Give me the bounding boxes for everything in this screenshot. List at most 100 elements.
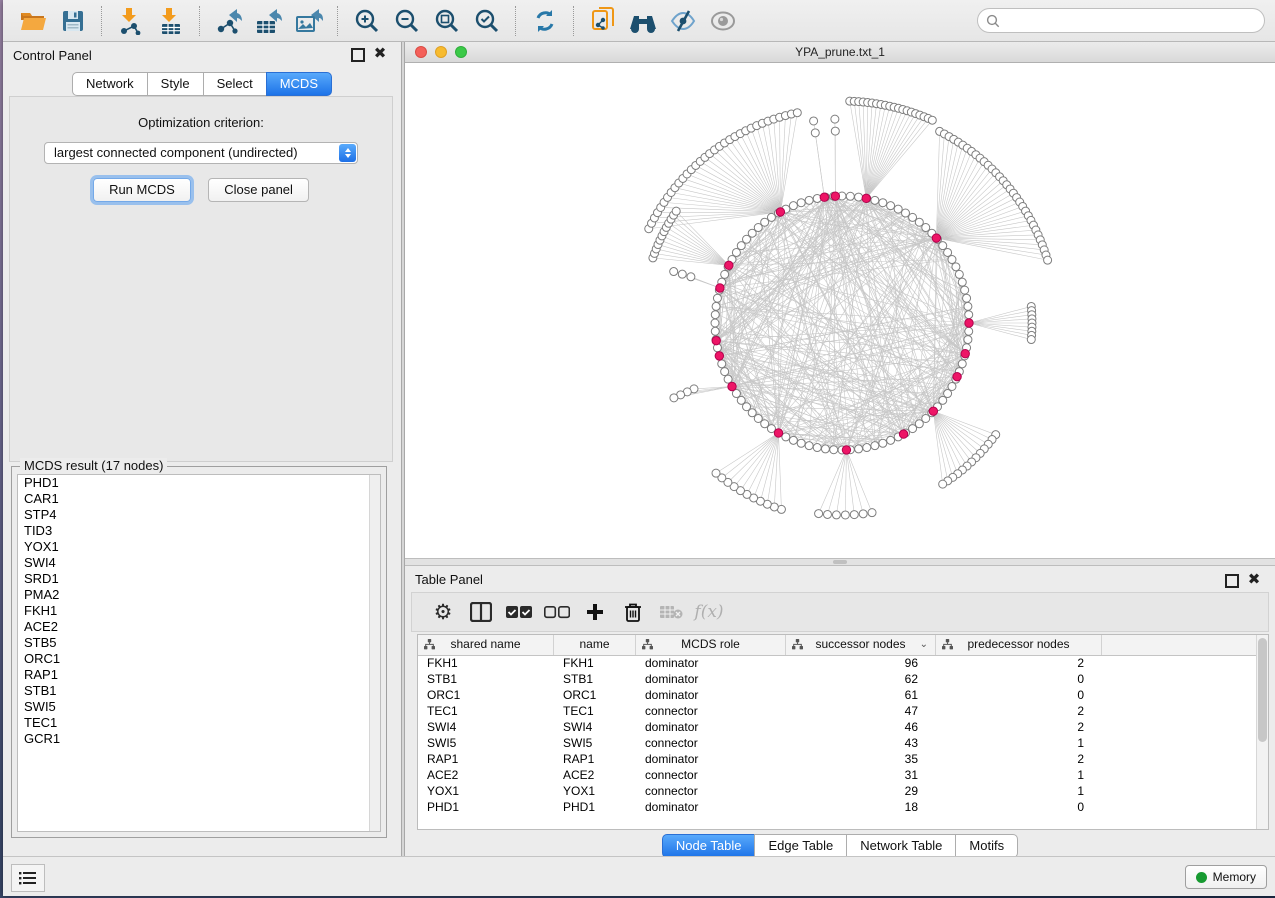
tab-network-table[interactable]: Network Table: [846, 834, 956, 858]
table-scrollbar-thumb[interactable]: [1258, 638, 1267, 742]
export-network-button[interactable]: [212, 5, 246, 37]
sort-indicator-icon[interactable]: ⌄: [920, 635, 928, 654]
float-panel-button[interactable]: [351, 48, 365, 62]
result-list-scrollbar[interactable]: [369, 475, 380, 831]
show-hidden-button[interactable]: [706, 5, 740, 37]
table-cell: 0: [936, 800, 1102, 816]
result-list-item[interactable]: GCR1: [18, 731, 380, 747]
criterion-select[interactable]: largest connected component (undirected): [44, 142, 358, 164]
column-header[interactable]: shared name: [418, 635, 554, 655]
tab-network[interactable]: Network: [72, 72, 148, 96]
zoom-fit-button[interactable]: [430, 5, 464, 37]
table-row[interactable]: PHD1PHD1dominator180: [418, 800, 1268, 816]
result-list-item[interactable]: SRD1: [18, 571, 380, 587]
close-panel-button-mcds[interactable]: Close panel: [208, 178, 309, 202]
refresh-button[interactable]: [528, 5, 562, 37]
tab-edge-table[interactable]: Edge Table: [754, 834, 847, 858]
export-image-icon: [295, 7, 323, 35]
run-mcds-button[interactable]: Run MCDS: [93, 178, 191, 202]
tab-motifs[interactable]: Motifs: [955, 834, 1018, 858]
zoom-in-button[interactable]: [350, 5, 384, 37]
result-list-item[interactable]: STB5: [18, 635, 380, 651]
result-list-item[interactable]: PMA2: [18, 587, 380, 603]
delete-table-button[interactable]: [654, 597, 688, 627]
result-list-item[interactable]: STB1: [18, 683, 380, 699]
table-cell: SWI5: [554, 736, 636, 752]
open-file-button[interactable]: [16, 5, 50, 37]
result-list-item[interactable]: STP4: [18, 507, 380, 523]
table-row[interactable]: ORC1ORC1dominator610: [418, 688, 1268, 704]
result-list-item[interactable]: CAR1: [18, 491, 380, 507]
column-header[interactable]: name: [554, 635, 636, 655]
add-column-button[interactable]: [578, 597, 612, 627]
result-list-item[interactable]: RAP1: [18, 667, 380, 683]
result-list-item[interactable]: ORC1: [18, 651, 380, 667]
result-list-item[interactable]: TEC1: [18, 715, 380, 731]
mcds-result-list[interactable]: PHD1CAR1STP4TID3YOX1SWI4SRD1PMA2FKH1ACE2…: [17, 474, 381, 832]
export-table-button[interactable]: [252, 5, 286, 37]
table-row[interactable]: STB1STB1dominator620: [418, 672, 1268, 688]
table-row[interactable]: ACE2ACE2connector311: [418, 768, 1268, 784]
float-table-panel-button[interactable]: [1225, 574, 1239, 588]
mcds-buttons-row: Run MCDS Close panel: [10, 178, 392, 202]
memory-status-icon: [1196, 872, 1207, 883]
network-from-selection-button[interactable]: [586, 5, 620, 37]
table-row[interactable]: TEC1TEC1connector472: [418, 704, 1268, 720]
tab-style[interactable]: Style: [147, 72, 204, 96]
delete-column-button[interactable]: [616, 597, 650, 627]
table-cell: 43: [786, 736, 936, 752]
tab-select[interactable]: Select: [203, 72, 267, 96]
import-table-button[interactable]: [154, 5, 188, 37]
table-row[interactable]: SWI4SWI4dominator462: [418, 720, 1268, 736]
table-cell: 35: [786, 752, 936, 768]
table-settings-button[interactable]: ⚙: [426, 597, 460, 627]
task-history-button[interactable]: [11, 864, 45, 892]
deselect-all-columns-button[interactable]: [540, 597, 574, 627]
function-builder-button[interactable]: f(x): [692, 597, 726, 627]
node-table[interactable]: shared namenameMCDS rolesuccessor nodes⌄…: [417, 634, 1269, 830]
result-list-item[interactable]: YOX1: [18, 539, 380, 555]
tab-mcds[interactable]: MCDS: [266, 72, 332, 96]
result-list-item[interactable]: SWI5: [18, 699, 380, 715]
close-panel-button[interactable]: ✖: [373, 48, 387, 62]
search-network-button[interactable]: [626, 5, 660, 37]
column-header[interactable]: successor nodes⌄: [786, 635, 936, 655]
window-close-icon[interactable]: [415, 46, 427, 58]
export-image-button[interactable]: [292, 5, 326, 37]
result-list-item[interactable]: ACE2: [18, 619, 380, 635]
table-toolbar: ⚙ f(x): [411, 592, 1269, 632]
table-cell: 29: [786, 784, 936, 800]
column-header[interactable]: predecessor nodes: [936, 635, 1102, 655]
result-list-item[interactable]: FKH1: [18, 603, 380, 619]
result-list-item[interactable]: SWI4: [18, 555, 380, 571]
column-header[interactable]: MCDS role: [636, 635, 786, 655]
result-list-item[interactable]: TID3: [18, 523, 380, 539]
save-session-button[interactable]: [56, 5, 90, 37]
zoom-selected-button[interactable]: [470, 5, 504, 37]
close-table-panel-button[interactable]: ✖: [1247, 574, 1261, 588]
memory-button[interactable]: Memory: [1185, 865, 1267, 889]
table-row[interactable]: YOX1YOX1connector291: [418, 784, 1268, 800]
result-list-item[interactable]: PHD1: [18, 475, 380, 491]
search-field-container: [977, 8, 1265, 33]
window-zoom-icon[interactable]: [455, 46, 467, 58]
table-row[interactable]: FKH1FKH1dominator962: [418, 656, 1268, 672]
table-cell: 0: [936, 672, 1102, 688]
hide-selected-button[interactable]: [666, 5, 700, 37]
network-canvas[interactable]: [405, 63, 1275, 558]
table-row[interactable]: RAP1RAP1dominator352: [418, 752, 1268, 768]
table-cell: STB1: [418, 672, 554, 688]
window-minimize-icon[interactable]: [435, 46, 447, 58]
column-layout-button[interactable]: [464, 597, 498, 627]
add-column-icon: [586, 603, 604, 621]
tab-node-table[interactable]: Node Table: [662, 834, 756, 858]
select-all-columns-button[interactable]: [502, 597, 536, 627]
search-input[interactable]: [1006, 13, 1256, 29]
control-panel: Control Panel ✖ NetworkStyleSelectMCDS O…: [3, 42, 401, 856]
import-network-button[interactable]: [114, 5, 148, 37]
table-scrollbar[interactable]: [1256, 635, 1268, 829]
zoom-out-button[interactable]: [390, 5, 424, 37]
main-toolbar: [3, 0, 1275, 42]
table-row[interactable]: SWI5SWI5connector431: [418, 736, 1268, 752]
panel-splitter-horizontal[interactable]: [405, 558, 1275, 566]
